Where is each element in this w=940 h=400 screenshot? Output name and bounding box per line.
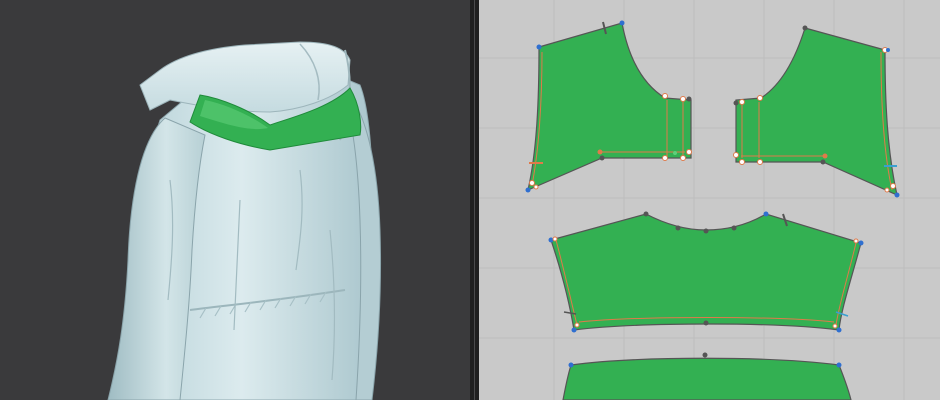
3d-garment-render[interactable] <box>0 0 470 400</box>
pattern-piece-yoke-right[interactable] <box>733 25 900 198</box>
panel-divider[interactable] <box>470 0 479 400</box>
2d-pattern-viewport[interactable] <box>479 0 940 400</box>
pattern-piece-yoke-left[interactable] <box>525 20 692 193</box>
pattern-piece-back-panel[interactable] <box>548 211 864 333</box>
pattern-canvas[interactable] <box>479 0 940 400</box>
pattern-piece-back-lower[interactable] <box>562 352 852 400</box>
3d-viewport[interactable] <box>0 0 470 400</box>
